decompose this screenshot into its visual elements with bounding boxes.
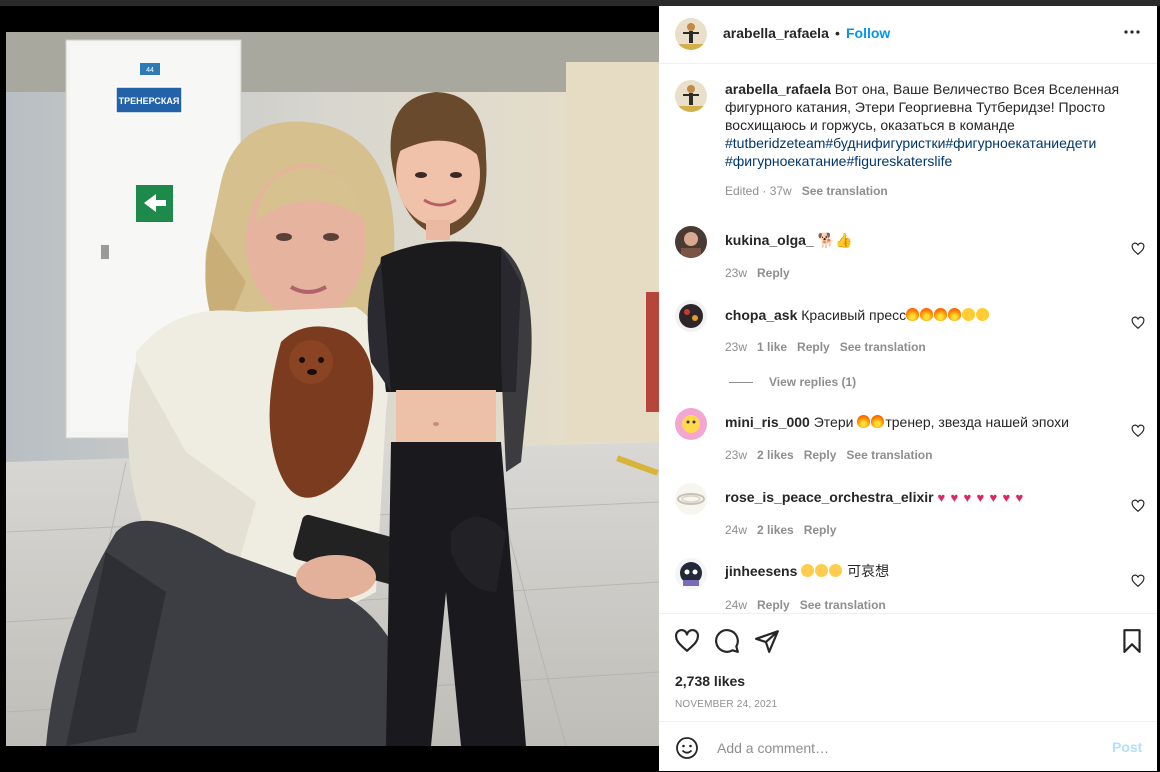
comment-text-part-a: Этери [813, 414, 858, 430]
comment-likes[interactable]: 1 like [757, 340, 787, 354]
post-caption: arabella_rafaela Вот она, Ваше Величеств… [725, 80, 1135, 170]
view-replies-button[interactable]: View replies (1) [729, 375, 856, 389]
comment-likes[interactable]: 2 likes [757, 523, 794, 537]
comment-age: 23w [725, 266, 748, 280]
caption-meta: Edited · 37w See translation [725, 184, 888, 198]
post-author-username[interactable]: arabella_rafaela [723, 25, 829, 41]
comment-text: 可哀想 [843, 563, 890, 579]
comment-age: 23w [725, 448, 748, 462]
comment-like-icon[interactable] [1131, 499, 1145, 513]
caption-username[interactable]: arabella_rafaela [725, 81, 831, 97]
flame-emoji-icon [906, 307, 962, 323]
reply-button[interactable]: Reply [757, 598, 790, 612]
comment-username[interactable]: jinheesens [725, 563, 797, 579]
add-comment-bar: Post [659, 721, 1157, 772]
comment-item: mini_ris_000 Этери тренер, звезда нашей … [659, 408, 1157, 468]
avatar[interactable] [675, 226, 707, 258]
flame-emoji-icon [857, 414, 885, 430]
comment-icon[interactable] [714, 628, 740, 654]
comment-like-icon[interactable] [1131, 574, 1145, 588]
sad-face-emoji-icon [801, 563, 843, 579]
comment-like-icon[interactable] [1131, 424, 1145, 438]
comment-item: jinheesens 可哀想 24w Reply See translation [659, 558, 1157, 612]
reply-button[interactable]: Reply [804, 523, 837, 537]
caption-edited-age: Edited · 37w [725, 184, 792, 198]
separator-dot: • [835, 25, 840, 41]
comment-likes[interactable]: 2 likes [757, 448, 794, 462]
likes-count[interactable]: 2,738 likes [675, 673, 745, 689]
comment-username[interactable]: kukina_olga_ [725, 232, 814, 248]
svg-text:44: 44 [146, 67, 154, 74]
comment-username[interactable]: rose_is_peace_orchestra_elixir [725, 489, 934, 505]
share-icon[interactable] [754, 628, 780, 654]
comment-text: 🐕👍 [817, 232, 853, 248]
see-translation-link[interactable]: See translation [846, 448, 932, 462]
comment-text-part-b: тренер, звезда нашей эпохи [885, 414, 1069, 430]
comment-age: 23w [725, 340, 748, 354]
red-heart-emoji-icon: ♥ ♥ ♥ ♥ ♥ ♥ ♥ [937, 490, 1024, 505]
post-photo[interactable]: 44 ТРЕНЕРСКАЯ [6, 32, 659, 746]
post-detail-panel: arabella_rafaela • Follow arabella_rafae… [659, 6, 1157, 771]
see-translation-link[interactable]: See translation [840, 340, 926, 354]
like-heart-icon[interactable] [674, 628, 700, 654]
post-header: arabella_rafaela • Follow [659, 6, 1157, 64]
svg-text:ТРЕНЕРСКАЯ: ТРЕНЕРСКАЯ [119, 96, 180, 106]
reply-button[interactable]: Reply [797, 340, 830, 354]
emoji-icon[interactable] [675, 736, 699, 760]
comment-like-icon[interactable] [1131, 242, 1145, 256]
avatar[interactable] [675, 18, 707, 50]
avatar[interactable] [675, 558, 707, 590]
post-actions: 2,738 likes NOVEMBER 24, 2021 [659, 613, 1157, 722]
avatar[interactable] [675, 483, 707, 515]
avatar[interactable] [675, 80, 707, 112]
comment-like-icon[interactable] [1131, 316, 1145, 330]
post-date: NOVEMBER 24, 2021 [675, 699, 778, 710]
comment-text: Красивый пресс [801, 307, 907, 323]
see-translation-link[interactable]: See translation [800, 598, 886, 612]
see-translation-link[interactable]: See translation [802, 184, 888, 198]
comment-item: rose_is_peace_orchestra_elixir ♥ ♥ ♥ ♥ ♥ ♥ ♥ 2… [659, 483, 1157, 543]
post-comment-button[interactable]: Post [1112, 739, 1142, 755]
comment-username[interactable]: mini_ris_000 [725, 414, 810, 430]
avatar[interactable] [675, 408, 707, 440]
comments-list[interactable]: arabella_rafaela Вот она, Ваше Величеств… [659, 64, 1157, 612]
comment-item: kukina_olga_ 🐕👍 23w Reply [659, 226, 1157, 286]
follow-button[interactable]: Follow [846, 25, 890, 41]
reply-button[interactable]: Reply [804, 448, 837, 462]
comment-input[interactable] [715, 736, 1099, 760]
heart-eyes-emoji-icon [962, 307, 990, 323]
comment-age: 24w [725, 598, 748, 612]
save-bookmark-icon[interactable] [1119, 628, 1145, 654]
comment-username[interactable]: chopa_ask [725, 307, 797, 323]
caption-hashtags[interactable]: #tutberidzeteam#буднифигуристки#фигурное… [725, 135, 1096, 169]
avatar[interactable] [675, 300, 707, 332]
reply-button[interactable]: Reply [757, 266, 790, 280]
comment-item: chopa_ask Красивый пресс 23w 1 like Reply S… [659, 300, 1157, 360]
more-options-icon[interactable] [1121, 20, 1143, 44]
comment-age: 24w [725, 523, 748, 537]
